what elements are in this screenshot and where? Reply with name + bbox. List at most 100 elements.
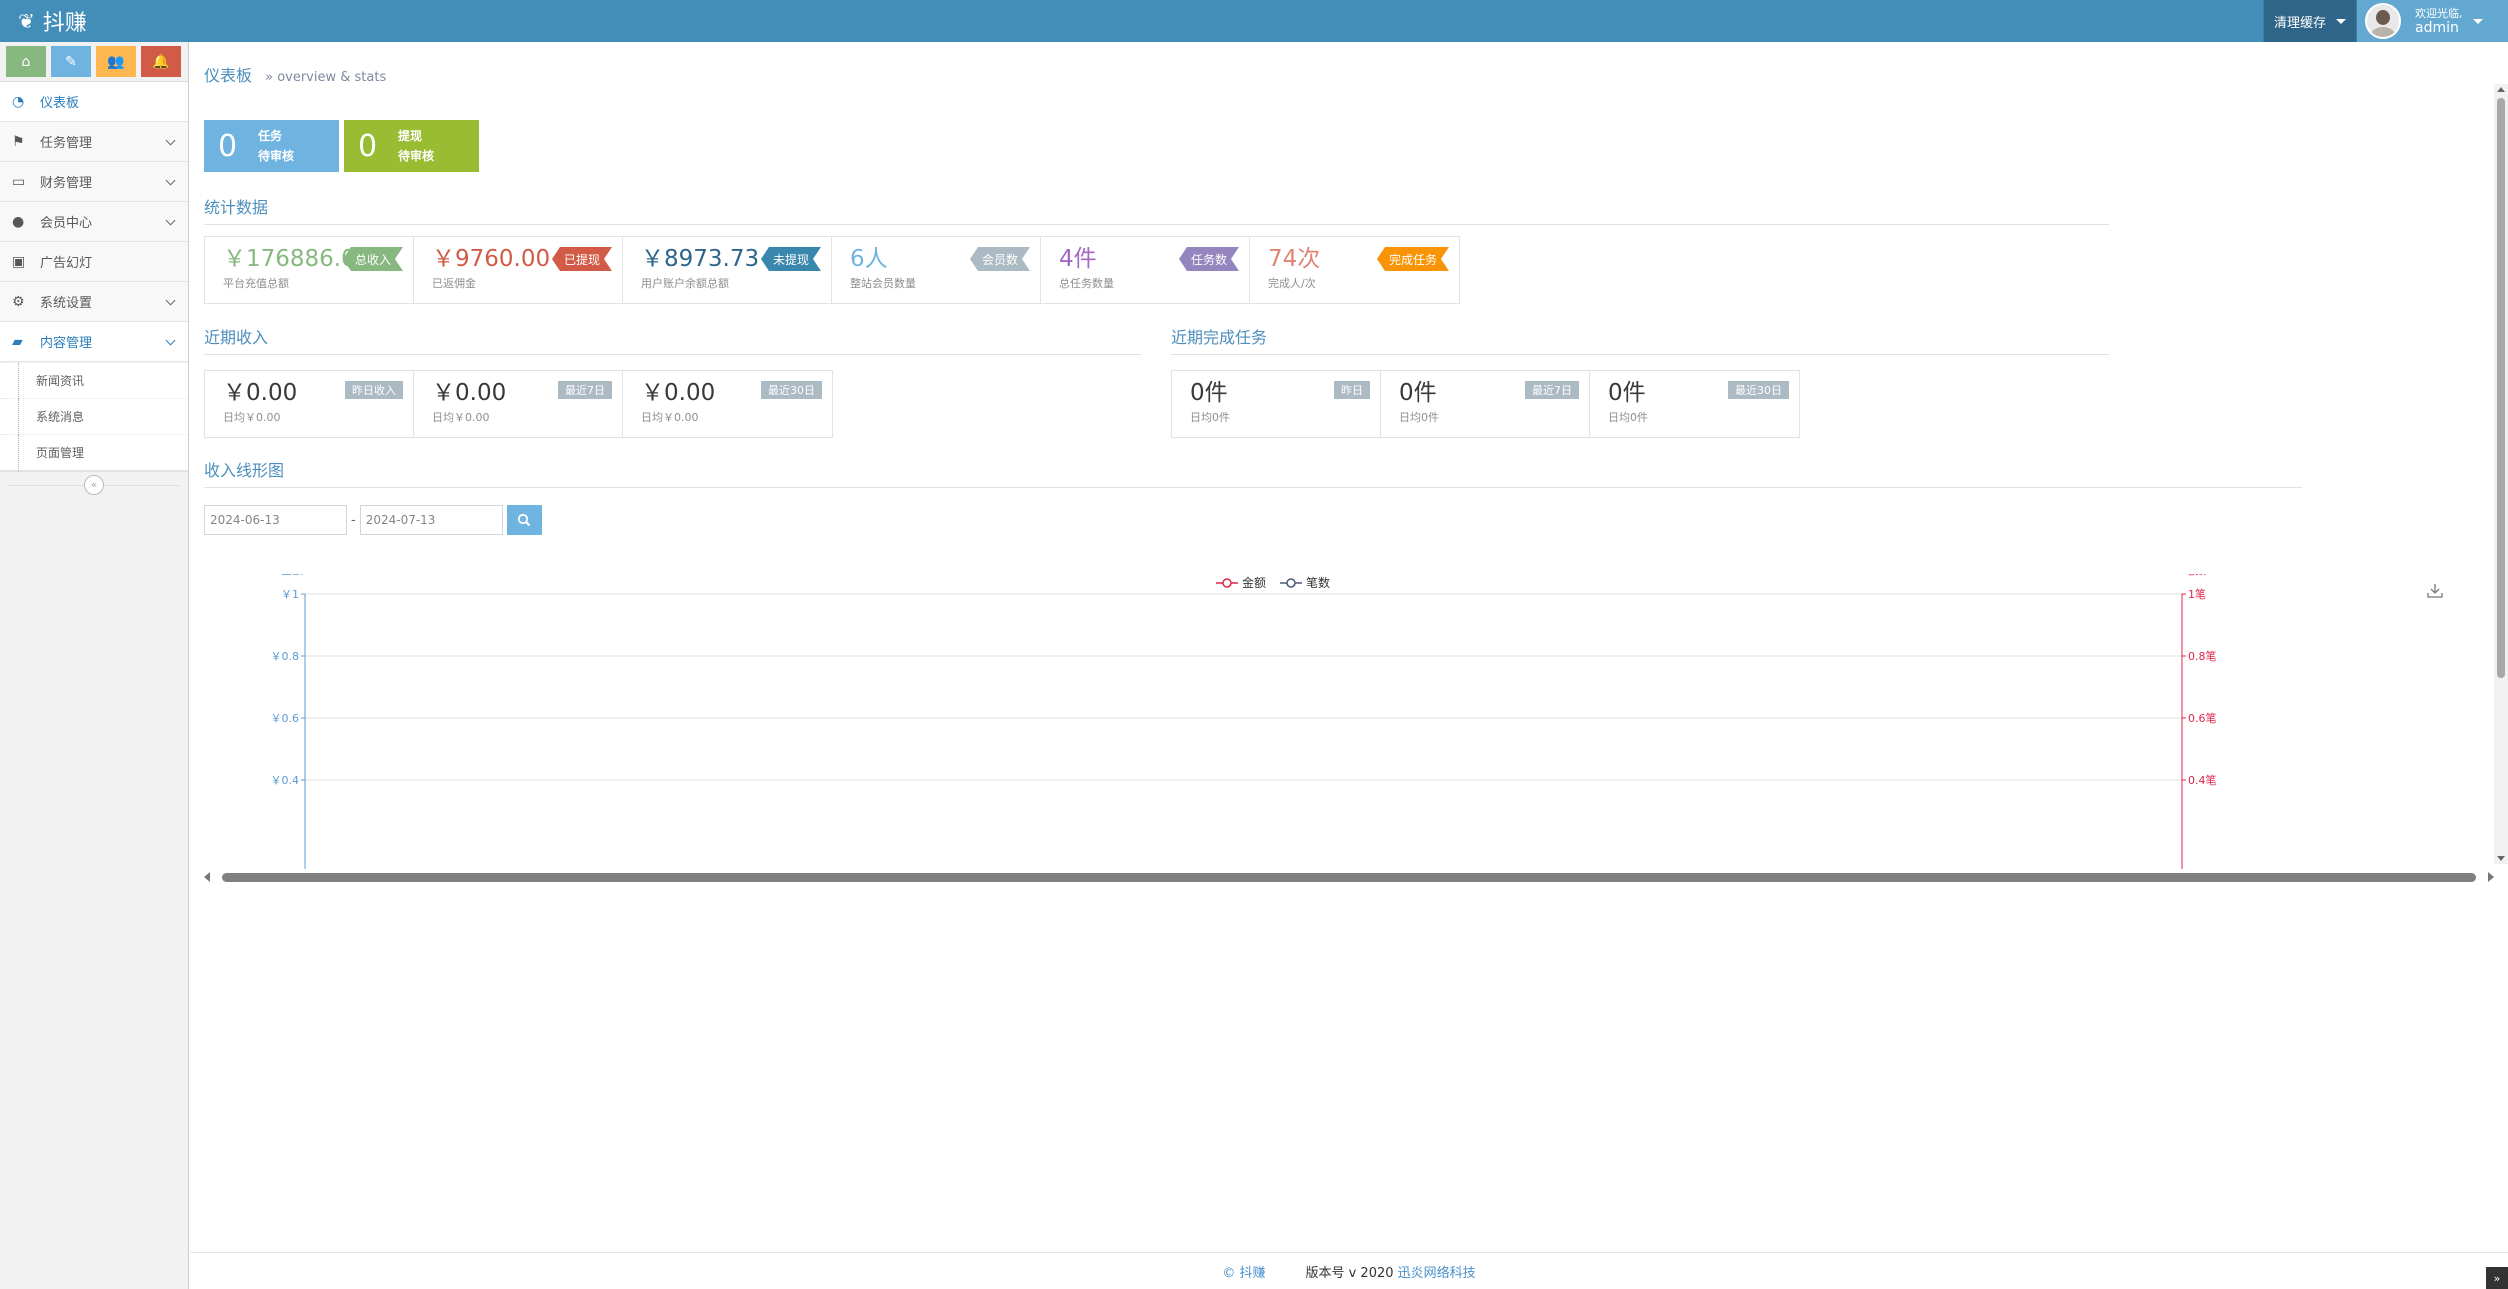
legend-entry[interactable]: 金额 (1216, 574, 1266, 591)
tasks-period-tag: 最近30日 (1728, 381, 1789, 399)
sidebar-item-dashboard[interactable]: ◔ 仪表板 (0, 82, 188, 122)
sidebar-subitem-label: 系统消息 (36, 410, 85, 424)
chevron-down-icon (165, 295, 176, 306)
search-button[interactable] (506, 505, 542, 535)
stat-tag: 已提现 (552, 247, 612, 271)
tasks-card: 0件 日均0件 最近30日 (1590, 371, 1799, 437)
y-tick-label-right: 0.6笔 (2188, 711, 2217, 725)
sidebar-item-members[interactable]: ● 会员中心 (0, 202, 188, 242)
scroll-right-icon[interactable] (2488, 872, 2494, 882)
income-card: ￥0.00 日均￥0.00 最近30日 (623, 371, 832, 437)
sidebar-item-settings[interactable]: ⚙ 系统设置 (0, 282, 188, 322)
main-content: 仪表板 » overview & stats 0 任务 待审核 0 提现 待审核… (190, 42, 2508, 1289)
sidebar-item-label: 财务管理 (40, 176, 93, 191)
page-subtitle: » overview & stats (265, 70, 387, 85)
footer-company-link[interactable]: 迅炎网络科技 (1398, 1262, 1476, 1281)
end-date-input[interactable]: 2024-07-13 (359, 505, 503, 535)
income-period-tag: 最近30日 (761, 381, 822, 399)
pending-sublabel: 待审核 (398, 149, 435, 163)
scroll-up-icon[interactable] (2497, 87, 2505, 92)
stat-description: 用户账户余额总额 (641, 277, 729, 290)
scroll-down-icon[interactable] (2497, 856, 2505, 861)
stat-tag: 完成任务 (1377, 247, 1449, 271)
collapse-sidebar-button[interactable]: « (84, 474, 104, 495)
caret-down-icon (2336, 18, 2346, 24)
clear-cache-button[interactable]: 清理缓存 (2263, 0, 2356, 42)
brand-name: 抖赚 (42, 11, 87, 36)
footer: © 抖赚 版本号 v 2020 迅炎网络科技 » (190, 1252, 2508, 1289)
stats-section-title: 统计数据 (204, 194, 2109, 225)
stat-description: 完成人/次 (1268, 277, 1316, 290)
tasks-card: 0件 日均0件 昨日 (1172, 371, 1381, 437)
pending-label: 任务 (258, 129, 283, 143)
pending-boxes: 0 任务 待审核 0 提现 待审核 (204, 120, 479, 172)
income-card: ￥0.00 日均￥0.00 昨日收入 (205, 371, 414, 437)
group-icon: 👥 (107, 53, 125, 70)
pending-withdraw-box[interactable]: 0 提现 待审核 (344, 120, 479, 172)
date-separator: - (351, 512, 356, 528)
sidebar-item-label: 广告幻灯 (40, 256, 93, 271)
income-section-title: 近期收入 (204, 324, 1141, 355)
chart-horizontal-scrollbar[interactable] (204, 868, 2494, 886)
edit-shortcut-button[interactable]: ✎ (51, 46, 91, 77)
sidebar-subitem-label: 页面管理 (36, 446, 85, 460)
tasks-description: 日均0件 (1190, 411, 1230, 424)
chevron-down-icon (165, 135, 176, 146)
bell-icon: 🔔 (152, 53, 170, 70)
income-row: ￥0.00 日均￥0.00 昨日收入 ￥0.00 日均￥0.00 最近7日 ￥0.00 日均￥… (204, 370, 833, 438)
y-tick-label-right: 0.4笔 (2188, 773, 2217, 787)
download-icon[interactable] (2426, 582, 2444, 600)
sidebar-subitem-news[interactable]: 新闻资讯 (0, 362, 188, 399)
sidebar-subitem-messages[interactable]: 系统消息 (0, 398, 188, 435)
stat-card: 6人 整站会员数量 会员数 (832, 237, 1041, 303)
sidebar-item-tasks[interactable]: ⚑ 任务管理 (0, 122, 188, 162)
chart-section-title: 收入线形图 (204, 457, 2302, 488)
y-tick-label-right: 0.8笔 (2188, 649, 2217, 663)
home-shortcut-button[interactable]: ⌂ (6, 46, 46, 77)
scrollbar-thumb[interactable] (222, 873, 2476, 882)
stat-tag: 总收入 (343, 247, 403, 271)
vertical-scrollbar[interactable] (2494, 84, 2508, 864)
tasks-period-tag: 昨日 (1334, 381, 1370, 399)
legend-label: 笔数 (1306, 576, 1331, 590)
picture-icon: ▣ (12, 253, 26, 270)
sidebar-item-content[interactable]: ▰ 内容管理 (0, 322, 188, 362)
scrollbar-thumb[interactable] (2497, 98, 2505, 678)
pending-label: 提现 (398, 129, 423, 143)
sidebar-collapse-row: « (0, 471, 188, 497)
y-tick-label-left: ￥0.6 (271, 712, 300, 725)
legend-entry[interactable]: 笔数 (1280, 574, 1330, 591)
flag-icon: ⚑ (12, 133, 25, 150)
top-navbar: ❦ 抖赚 清理缓存 欢迎光临, admin (0, 0, 2508, 42)
users-shortcut-button[interactable]: 👥 (96, 46, 136, 77)
caret-down-icon (2472, 18, 2483, 24)
chevron-down-icon (165, 215, 176, 226)
footer-brand-link[interactable]: © 抖赚 (1222, 1262, 1265, 1281)
shortcut-bar: ⌂ ✎ 👥 🔔 (0, 42, 188, 82)
scroll-left-icon[interactable] (204, 872, 210, 882)
y-tick-label-left: ￥0.4 (271, 774, 300, 787)
double-chevron-up-icon: » (2493, 1271, 2501, 1285)
pending-task-box[interactable]: 0 任务 待审核 (204, 120, 339, 172)
tasks-description: 日均0件 (1608, 411, 1648, 424)
income-description: 日均￥0.00 (432, 411, 490, 424)
date-filter: 2024-06-13 - 2024-07-13 (204, 505, 542, 535)
bell-shortcut-button[interactable]: 🔔 (141, 46, 181, 77)
back-to-top-button[interactable]: » (2486, 1267, 2508, 1289)
sidebar-item-label: 任务管理 (40, 136, 93, 151)
clear-cache-label: 清理缓存 (2273, 15, 2326, 31)
user-menu[interactable]: 欢迎光临, admin (2356, 0, 2508, 42)
start-date-input[interactable]: 2024-06-13 (204, 505, 347, 535)
gear-icon: ⚙ (12, 293, 25, 310)
stat-description: 平台充值总额 (223, 277, 289, 290)
sidebar-item-finance[interactable]: ▭ 财务管理 (0, 162, 188, 202)
income-description: 日均￥0.00 (641, 411, 699, 424)
brand-logo[interactable]: ❦ 抖赚 (18, 0, 87, 42)
sidebar-item-ads[interactable]: ▣ 广告幻灯 (0, 242, 188, 282)
username: admin (2415, 20, 2459, 36)
income-card: ￥0.00 日均￥0.00 最近7日 (414, 371, 623, 437)
leaf-icon: ❦ (18, 9, 35, 33)
stat-card: ￥8973.73 用户账户余额总额 未提现 (623, 237, 832, 303)
sidebar-subitem-pages[interactable]: 页面管理 (0, 434, 188, 471)
stat-card: 74次 完成人/次 完成任务 (1250, 237, 1459, 303)
